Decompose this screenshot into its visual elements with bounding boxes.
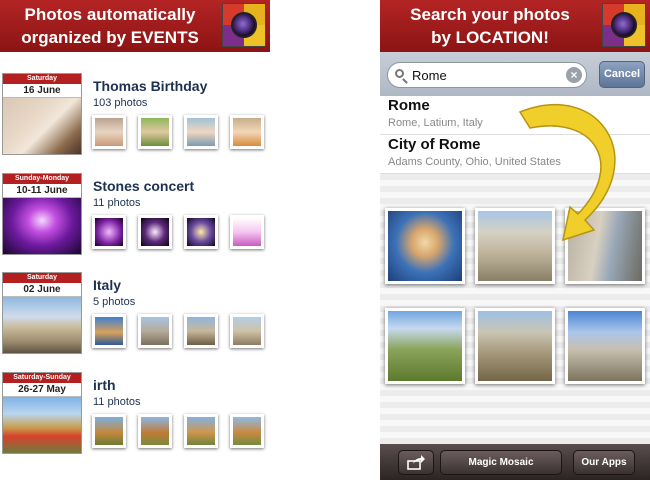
- event-cover-photo: [3, 297, 81, 353]
- events-banner: Photos automatically organized by EVENTS: [0, 0, 270, 52]
- event-row[interactable]: Saturday 16 June Thomas Birthday 103 pho…: [0, 73, 270, 163]
- banner-line-2: organized by EVENTS: [21, 28, 199, 47]
- photo-thumbnail[interactable]: [230, 115, 264, 149]
- camera-lens-logo-icon: [602, 3, 646, 47]
- event-date: 26-27 May: [3, 383, 81, 397]
- photo-thumbnail[interactable]: [565, 308, 645, 384]
- result-title: City of Rome: [388, 136, 481, 153]
- photo-thumbnail[interactable]: [385, 208, 465, 284]
- result-subtitle: Adams County, Ohio, United States: [388, 156, 561, 168]
- event-cover-photo: [3, 98, 81, 154]
- photo-thumbnail[interactable]: [184, 115, 218, 149]
- photo-thumbnail[interactable]: [138, 215, 172, 249]
- photo-thumbnail[interactable]: [92, 115, 126, 149]
- event-date: 16 June: [3, 84, 81, 98]
- magic-mosaic-button[interactable]: Magic Mosaic: [440, 450, 562, 475]
- photo-thumbnail[interactable]: [92, 314, 126, 348]
- event-photo-count: 103 photos: [93, 97, 148, 109]
- event-calendar-badge: Saturday 16 June: [2, 73, 82, 155]
- bottom-toolbar: Magic Mosaic Our Apps: [380, 444, 650, 480]
- event-row[interactable]: Saturday-Sunday 26-27 May irth 11 photos: [0, 372, 270, 462]
- event-photo-count: 11 photos: [93, 396, 141, 408]
- event-day: Saturday: [3, 273, 81, 283]
- event-title: Stones concert: [93, 178, 195, 194]
- photo-thumbnail[interactable]: [475, 208, 555, 284]
- event-title: Italy: [93, 277, 122, 293]
- result-subtitle: Rome, Latium, Italy: [388, 117, 483, 129]
- banner-line-2: by LOCATION!: [431, 28, 549, 47]
- photo-thumbnail[interactable]: [230, 414, 264, 448]
- search-field[interactable]: ×: [387, 62, 587, 88]
- location-search-screen: Search your photos by LOCATION! × Cancel…: [380, 0, 650, 480]
- photo-thumbnail[interactable]: [138, 115, 172, 149]
- photo-thumbnail[interactable]: [230, 314, 264, 348]
- search-bar: × Cancel: [380, 52, 650, 97]
- clear-icon[interactable]: ×: [566, 67, 582, 83]
- cancel-button[interactable]: Cancel: [599, 61, 645, 88]
- photo-thumbnail[interactable]: [184, 215, 218, 249]
- photo-thumbnail[interactable]: [92, 215, 126, 249]
- photo-thumbnail[interactable]: [230, 215, 264, 249]
- event-row[interactable]: Sunday-Monday 10-11 June Stones concert …: [0, 173, 270, 263]
- photo-thumbnail[interactable]: [475, 308, 555, 384]
- event-title: irth: [93, 377, 116, 393]
- events-screen: Photos automatically organized by EVENTS…: [0, 0, 270, 480]
- photo-grid: [380, 174, 650, 444]
- event-calendar-badge: Saturday 02 June: [2, 272, 82, 354]
- event-date: 10-11 June: [3, 184, 81, 198]
- photo-thumbnail[interactable]: [138, 414, 172, 448]
- event-calendar-badge: Saturday-Sunday 26-27 May: [2, 372, 82, 454]
- search-icon: [395, 69, 404, 78]
- banner-line-1: Photos automatically: [24, 5, 196, 24]
- event-day: Saturday-Sunday: [3, 373, 81, 383]
- photo-thumbnail[interactable]: [385, 308, 465, 384]
- event-photo-count: 11 photos: [93, 197, 141, 209]
- event-cover-photo: [3, 198, 81, 254]
- event-day: Saturday: [3, 74, 81, 84]
- share-button[interactable]: [398, 450, 434, 475]
- result-title: Rome: [388, 97, 430, 114]
- event-date: 02 June: [3, 283, 81, 297]
- share-icon: [407, 455, 425, 470]
- photo-thumbnail[interactable]: [565, 208, 645, 284]
- our-apps-button[interactable]: Our Apps: [573, 450, 635, 475]
- banner-line-1: Search your photos: [410, 5, 570, 24]
- search-result-item[interactable]: Rome Rome, Latium, Italy: [380, 96, 650, 135]
- event-calendar-badge: Sunday-Monday 10-11 June: [2, 173, 82, 255]
- event-row[interactable]: Saturday 02 June Italy 5 photos: [0, 272, 270, 362]
- camera-lens-logo-icon: [222, 3, 266, 47]
- photo-thumbnail[interactable]: [138, 314, 172, 348]
- search-result-item[interactable]: City of Rome Adams County, Ohio, United …: [380, 135, 650, 174]
- location-banner: Search your photos by LOCATION!: [380, 0, 650, 52]
- event-day: Sunday-Monday: [3, 174, 81, 184]
- event-photo-count: 5 photos: [93, 296, 136, 308]
- event-cover-photo: [3, 397, 81, 453]
- photo-thumbnail[interactable]: [184, 414, 218, 448]
- event-title: Thomas Birthday: [93, 78, 208, 94]
- search-input[interactable]: [412, 66, 562, 84]
- photo-thumbnail[interactable]: [92, 414, 126, 448]
- photo-thumbnail[interactable]: [184, 314, 218, 348]
